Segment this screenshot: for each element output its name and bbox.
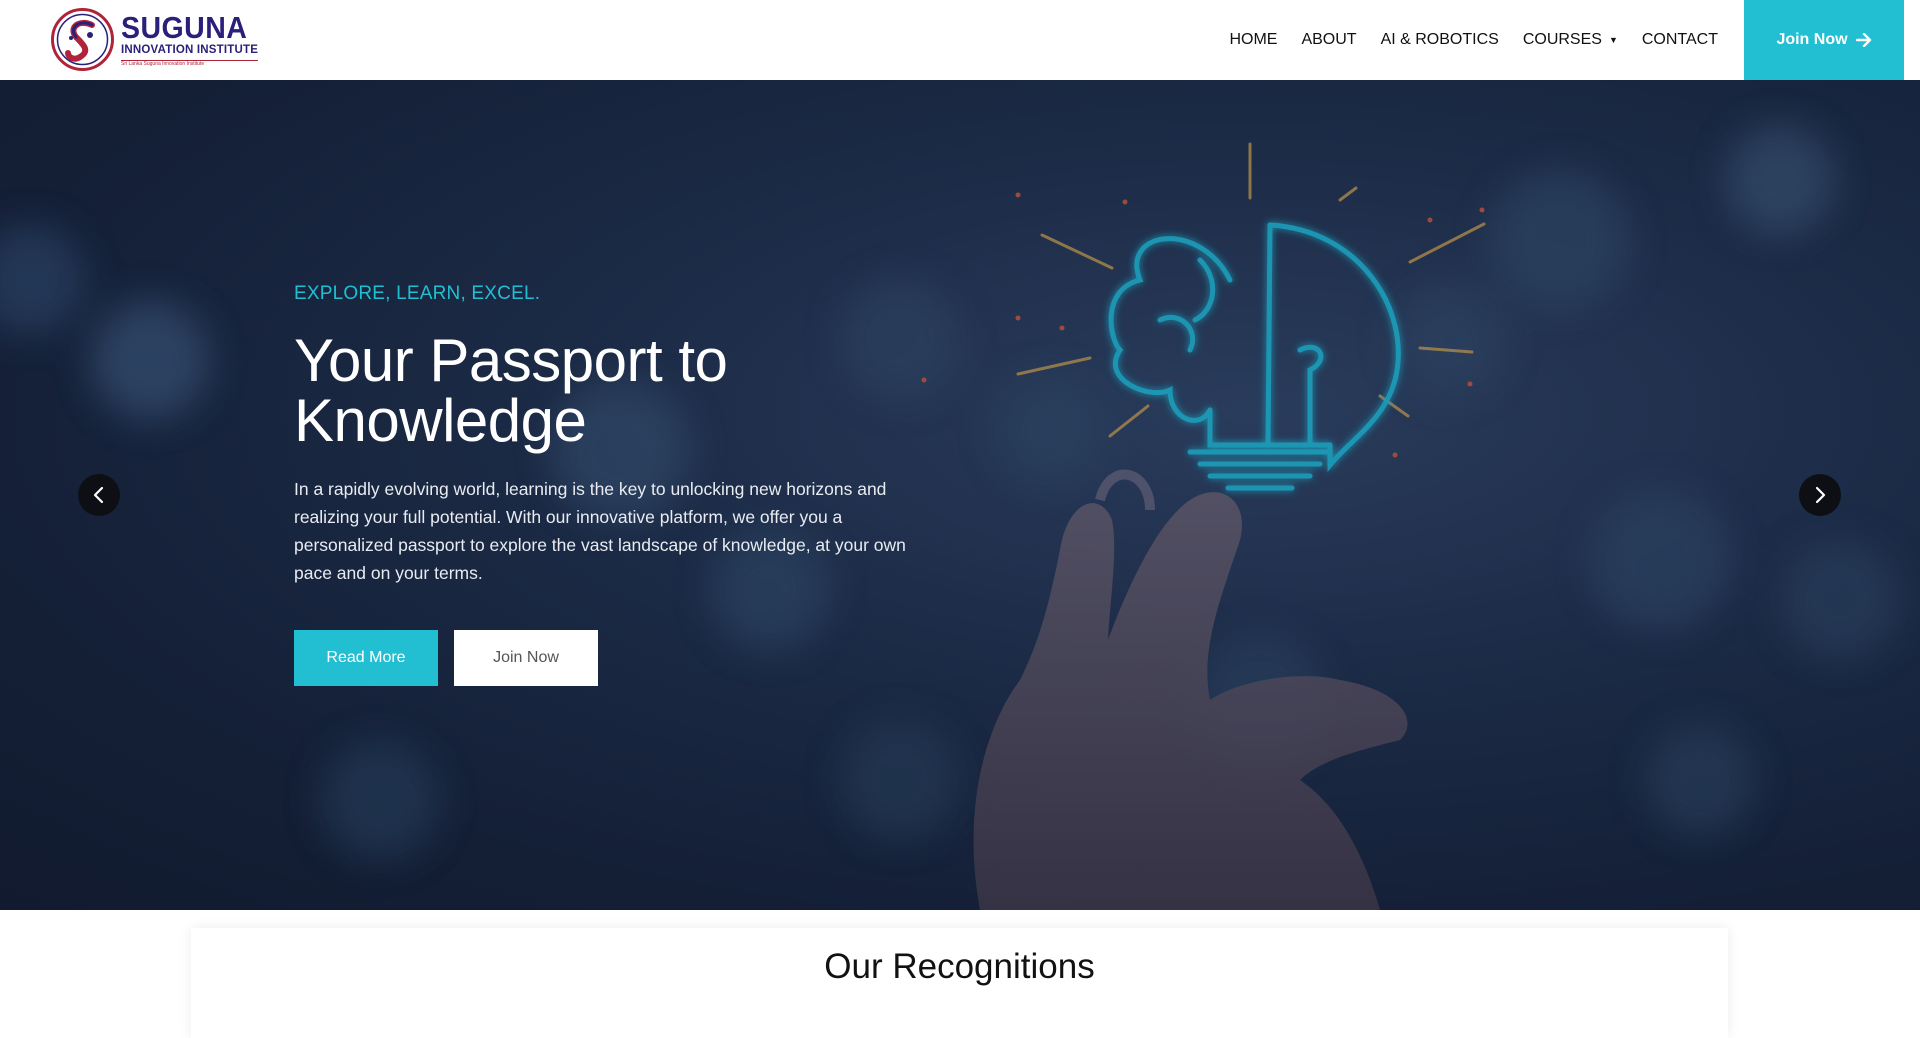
nav-home-label: HOME bbox=[1229, 31, 1278, 48]
nav-courses[interactable]: COURSES ▼ bbox=[1523, 31, 1618, 49]
hero-slider: EXPLORE, LEARN, EXCEL. Your Passport to … bbox=[0, 80, 1920, 910]
nav-ai-robotics-label: AI & ROBOTICS bbox=[1380, 31, 1499, 48]
nav-contact[interactable]: CONTACT bbox=[1642, 31, 1718, 49]
hero-buttons: Read More Join Now bbox=[294, 630, 934, 686]
chevron-down-icon: ▼ bbox=[1608, 35, 1618, 45]
site-header: SUGUNA INNOVATION INSTITUTE Sri Lanka Su… bbox=[0, 0, 1920, 80]
chevron-left-icon bbox=[93, 486, 104, 504]
hero-content: EXPLORE, LEARN, EXCEL. Your Passport to … bbox=[294, 283, 934, 686]
join-now-header-label: Join Now bbox=[1776, 31, 1848, 48]
brand-subtitle: INNOVATION INSTITUTE bbox=[121, 44, 259, 57]
nav-contact-label: CONTACT bbox=[1641, 31, 1718, 48]
slider-next-button[interactable] bbox=[1799, 474, 1841, 516]
logo[interactable]: SUGUNA INNOVATION INSTITUTE Sri Lanka Su… bbox=[50, 7, 259, 72]
chevron-right-icon bbox=[1815, 486, 1826, 504]
logo-emblem-icon bbox=[51, 8, 114, 71]
recognitions-section: Our Recognitions bbox=[191, 928, 1728, 1038]
read-more-label: Read More bbox=[326, 649, 406, 666]
slider-prev-button[interactable] bbox=[78, 474, 120, 516]
hero-background-image bbox=[0, 125, 1900, 910]
brand-tagline: Sri Lanka Suguna Innovation Institute bbox=[121, 59, 259, 67]
hero-description: In a rapidly evolving world, learning is… bbox=[294, 479, 906, 583]
main-nav: HOME ABOUT AI & ROBOTICS COURSES ▼ CONTAC… bbox=[1205, 0, 1718, 80]
arrow-right-icon bbox=[1855, 33, 1871, 47]
hero-title-line2: Knowledge bbox=[294, 387, 587, 454]
nav-home[interactable]: HOME bbox=[1229, 31, 1277, 49]
join-now-hero-button[interactable]: Join Now bbox=[454, 630, 598, 686]
join-now-hero-label: Join Now bbox=[493, 649, 559, 666]
read-more-button[interactable]: Read More bbox=[294, 630, 438, 686]
nav-courses-label: COURSES bbox=[1522, 31, 1602, 48]
brand-name: SUGUNA bbox=[121, 10, 248, 46]
nav-ai-robotics[interactable]: AI & ROBOTICS bbox=[1381, 31, 1499, 49]
hero-title: Your Passport to Knowledge bbox=[294, 331, 934, 451]
nav-about[interactable]: ABOUT bbox=[1301, 31, 1356, 49]
recognitions-title: Our Recognitions bbox=[824, 947, 1095, 986]
join-now-header-button[interactable]: Join Now bbox=[1744, 0, 1904, 80]
nav-about-label: ABOUT bbox=[1301, 31, 1357, 48]
hero-title-line1: Your Passport to bbox=[294, 327, 728, 394]
hero-tagline: EXPLORE, LEARN, EXCEL. bbox=[294, 283, 541, 304]
